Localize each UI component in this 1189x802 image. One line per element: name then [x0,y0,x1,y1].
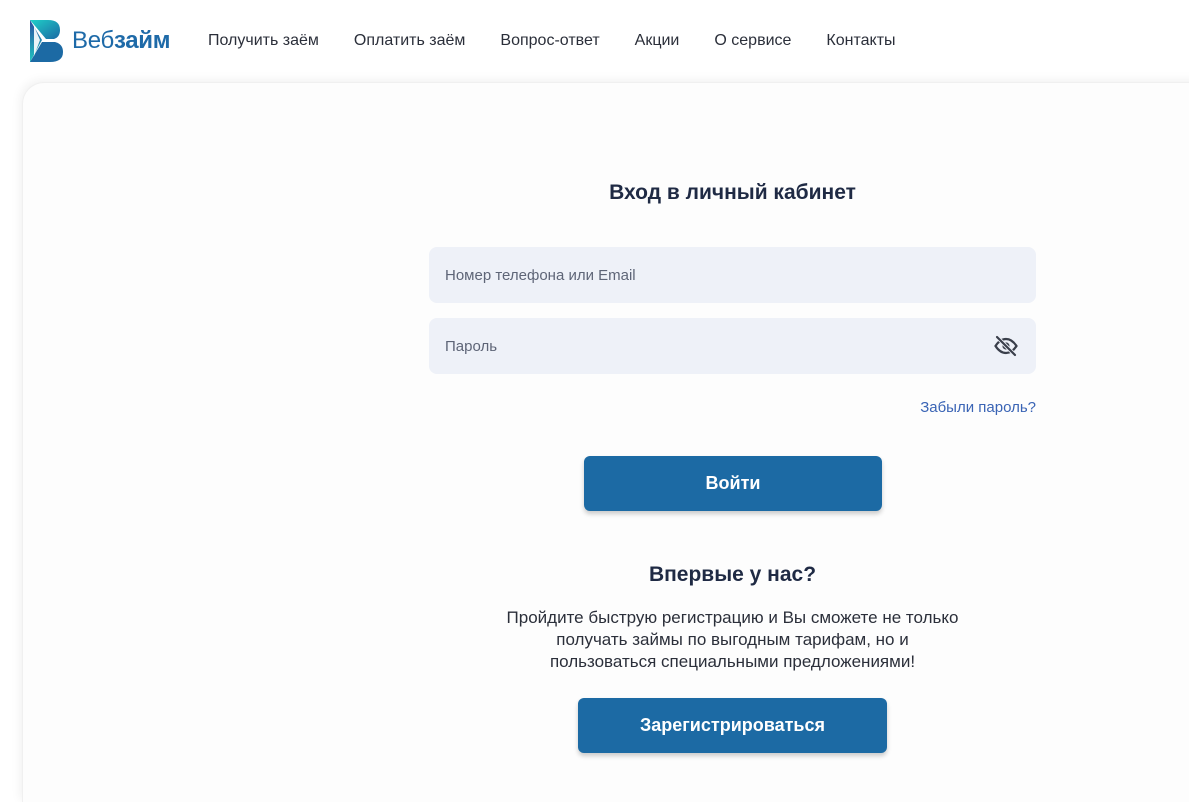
login-card-content: Вход в личный кабинет Забыли пароль? Вой… [23,83,1189,802]
nav-item-contacts[interactable]: Контакты [826,30,895,52]
register-title: Впервые у нас? [648,563,817,586]
password-input[interactable] [429,318,1036,374]
forgot-password-link[interactable]: Забыли пароль? [829,399,1036,416]
logo-text-bold: займ [113,27,171,54]
nav-item-get-loan[interactable]: Получить заём [208,30,319,52]
logo-text-regular: Веб [72,27,114,54]
login-title: Вход в личный кабинет [609,181,856,204]
main-nav: Получить заём Оплатить заём Вопрос-ответ… [208,30,931,52]
login-button[interactable]: Войти [584,456,882,511]
register-button[interactable]: Зарегистрироваться [578,698,887,753]
nav-item-faq[interactable]: Вопрос-ответ [500,30,599,52]
login-card: Вход в личный кабинет Забыли пароль? Вой… [22,82,1189,802]
phone-email-input[interactable] [429,247,1036,303]
nav-item-promotions[interactable]: Акции [635,30,680,52]
eye-off-icon[interactable] [994,334,1018,358]
nav-item-pay-loan[interactable]: Оплатить заём [354,30,466,52]
site-logo[interactable]: Вебзайм [28,18,171,64]
nav-item-about[interactable]: О сервисе [714,30,791,52]
phone-email-field [429,247,1036,303]
site-header: Вебзайм Получить заём Оплатить заём Вопр… [0,0,1189,80]
password-field [429,318,1036,374]
register-description: Пройдите быструю регистрацию и Вы сможет… [506,608,959,671]
logo-text: Вебзайм [72,27,171,54]
webzaim-logo-icon [30,20,63,62]
